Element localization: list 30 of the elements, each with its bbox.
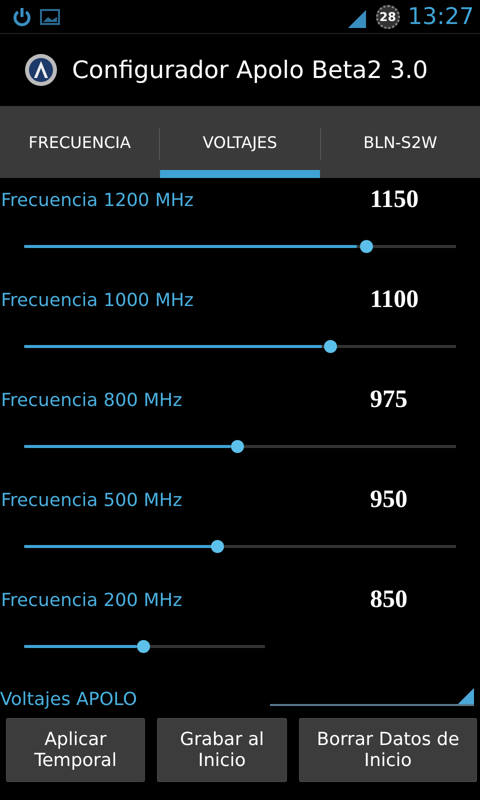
voltage-value: 950: [370, 486, 408, 514]
voltage-value: 1100: [370, 286, 420, 314]
voltage-value: 1150: [370, 186, 420, 214]
tab[interactable]: FRECUENCIA: [0, 106, 160, 178]
action-button[interactable]: Grabar al Inicio: [157, 718, 287, 782]
slider-thumb[interactable]: [324, 340, 338, 353]
slider-thumb[interactable]: [360, 240, 373, 253]
slider-thumb[interactable]: [231, 440, 244, 453]
frequency-label: Frecuencia 1000 MHz: [0, 290, 194, 310]
dropdown-arrow-icon: [458, 688, 474, 704]
frequency-label: Frecuencia 500 MHz: [0, 490, 182, 510]
dropdown[interactable]: [270, 686, 474, 706]
image-icon: [40, 8, 60, 26]
section-label: Voltajes APOLO: [0, 689, 138, 710]
app-logo-icon: [24, 53, 58, 87]
slider-thumb[interactable]: [136, 640, 150, 653]
tab[interactable]: VOLTAJES: [160, 106, 320, 178]
tab[interactable]: BLN-S2W: [320, 106, 480, 178]
power-icon: [12, 6, 32, 26]
frequency-label: Frecuencia 200 MHz: [0, 590, 182, 610]
voltage-value: 975: [370, 386, 408, 414]
frequency-label: Frecuencia 1200 MHz: [0, 190, 194, 210]
action-button[interactable]: Aplicar Temporal: [6, 718, 145, 782]
notification-badge: 28: [376, 4, 400, 28]
clock: 13:27: [408, 4, 474, 30]
action-button[interactable]: Borrar Datos de Inicio: [299, 718, 477, 782]
frequency-label: Frecuencia 800 MHz: [0, 390, 182, 410]
window-title: Configurador Apolo Beta2 3.0: [72, 56, 428, 84]
voltage-value: 850: [370, 586, 408, 614]
slider-thumb[interactable]: [211, 540, 224, 553]
